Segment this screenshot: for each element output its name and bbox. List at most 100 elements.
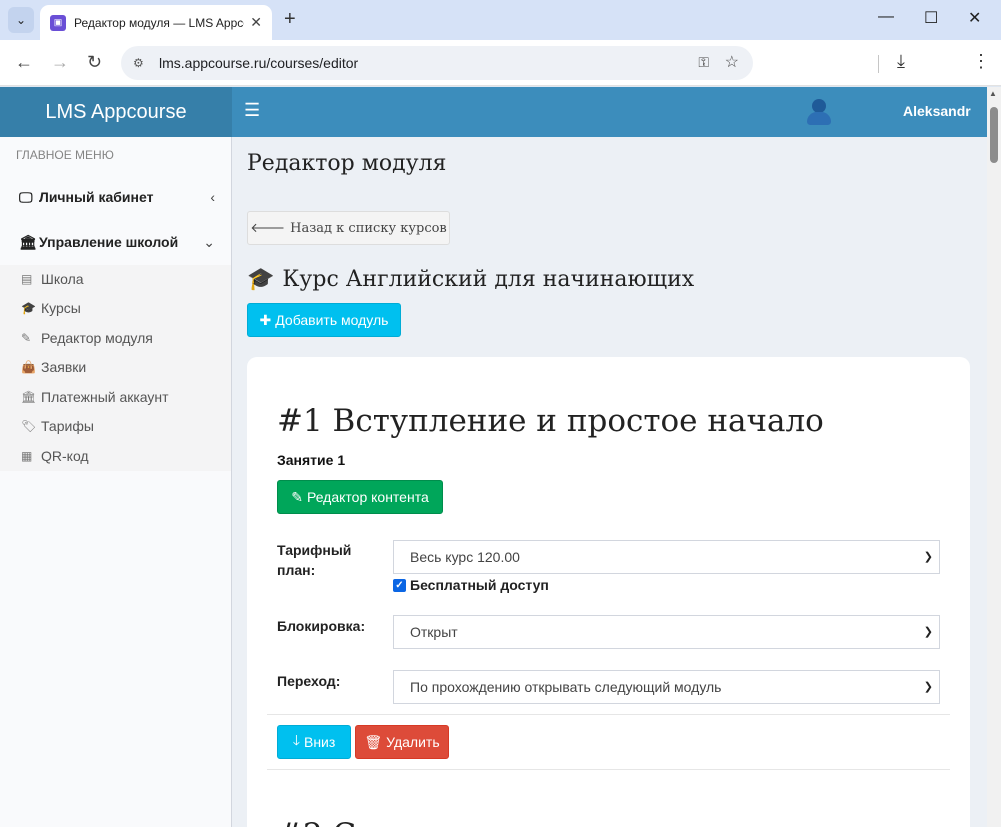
main-content: Редактор модуля 🡐 Назад к списку курсов … (232, 137, 987, 827)
user-avatar-icon[interactable] (806, 97, 832, 127)
url-omnibox[interactable]: ⚙ lms.appcourse.ru/courses/editor ⚿ ☆ (121, 46, 753, 80)
user-name[interactable]: Aleksandr (903, 103, 971, 119)
forward-arrow-icon[interactable]: → (51, 52, 69, 73)
chevron-down-icon: ❯ (923, 626, 933, 638)
edit-icon: ✎ (291, 488, 303, 505)
bank-icon: 🏛 (19, 233, 37, 250)
graduation-cap-icon: 🎓 (21, 301, 36, 315)
page-title: Редактор модуля (247, 151, 447, 176)
shopping-bag-icon: 👜 (21, 360, 36, 374)
reload-icon[interactable]: ↻ (87, 52, 102, 73)
arrow-left-icon: 🡐 (250, 221, 286, 236)
sidebar-subitem-label: Тарифы (41, 418, 94, 434)
scroll-up-arrow-icon[interactable]: ▲ (989, 89, 997, 98)
transition-label: Переход: (277, 673, 341, 689)
sidebar-subitem-requests[interactable]: 👜 Заявки (0, 354, 231, 380)
divider (267, 769, 950, 770)
browser-menu-icon[interactable]: ⋮ (972, 51, 990, 72)
next-module-title: #2 Сл... ... ... (277, 817, 484, 827)
page-scrollbar[interactable]: ▲ (987, 87, 1001, 827)
lock-select[interactable]: Открыт ❯ (393, 615, 940, 649)
sidebar-subitem-payment-account[interactable]: 🏛 Платежный аккаунт (0, 384, 231, 410)
lock-value: Открыт (410, 624, 458, 640)
course-title-text: Курс Английский для начинающих (282, 267, 695, 292)
close-window-button[interactable]: ✕ (968, 8, 981, 28)
course-title: 🎓 Курс Английский для начинающих (247, 267, 694, 292)
id-card-icon: ▤ (21, 272, 33, 286)
sidebar-item-dashboard[interactable]: 🖵 Личный кабинет ‹ (0, 175, 231, 219)
url-text[interactable]: lms.appcourse.ru/courses/editor (159, 55, 358, 71)
move-down-label: Вниз (303, 734, 336, 750)
chevron-left-icon: ‹ (210, 189, 215, 205)
new-tab-button[interactable]: + (284, 8, 296, 31)
sidebar-toggle-icon[interactable]: ☰ (244, 100, 260, 121)
chevron-down-icon: ❯ (923, 681, 933, 693)
edit-icon: ✎ (21, 331, 32, 345)
tab-close-icon[interactable]: ✕ (250, 14, 262, 31)
toolbar-divider (878, 55, 879, 73)
graduation-cap-icon: 🎓 (247, 267, 275, 292)
lock-label: Блокировка: (277, 618, 366, 634)
app-logo[interactable]: LMS Appcourse (0, 87, 232, 137)
avatar-body (807, 112, 831, 125)
maximize-button[interactable]: ☐ (924, 8, 938, 28)
divider (267, 714, 950, 715)
qrcode-icon: ▦ (21, 449, 33, 463)
sidebar-subitem-label: QR-код (41, 448, 89, 464)
sidebar-subitem-label: Школа (41, 271, 84, 287)
sidebar-subitem-tariffs[interactable]: 🏷 Тарифы (0, 413, 231, 439)
content-editor-button[interactable]: ✎ Редактор контента (277, 480, 443, 514)
back-button-label: Назад к списку курсов (290, 220, 447, 236)
back-arrow-icon[interactable]: ← (15, 52, 33, 73)
tag-icon: 🏷 (21, 419, 37, 433)
lesson-label: Занятие 1 (277, 452, 346, 468)
transition-value: По прохождению открывать следующий модул… (410, 679, 722, 695)
minimize-button[interactable]: — (878, 8, 894, 26)
content-editor-label: Редактор контента (306, 489, 429, 505)
sidebar: ГЛАВНОЕ МЕНЮ 🖵 Личный кабинет ‹ 🏛 Управл… (0, 137, 232, 827)
browser-tab-bar: ⌄ ▣ Редактор модуля — LMS Appcourse ✕ + … (0, 0, 1001, 40)
sidebar-subitem-qr-code[interactable]: ▦ QR-код (0, 443, 231, 469)
tab-search-chevron-icon[interactable]: ⌄ (8, 7, 34, 33)
sidebar-subitem-courses[interactable]: 🎓 Курсы (0, 295, 231, 321)
chevron-down-icon: ❯ (923, 551, 933, 563)
sidebar-item-label: Личный кабинет (39, 189, 154, 205)
sidebar-subitem-label: Заявки (41, 359, 87, 375)
trash-icon: 🗑 (364, 733, 383, 750)
scrollbar-thumb[interactable] (990, 107, 998, 163)
arrow-down-icon: 🡓 (292, 732, 300, 748)
back-to-courses-button[interactable]: 🡐 Назад к списку курсов (247, 211, 450, 245)
chevron-down-icon: ⌄ (203, 233, 215, 250)
sidebar-subitem-school[interactable]: ▤ Школа (0, 266, 231, 292)
address-bar-row: ← → ↻ ⚙ lms.appcourse.ru/courses/editor … (0, 40, 1001, 86)
sidebar-item-school-management[interactable]: 🏛 Управление школой ⌄ (0, 220, 231, 264)
sidebar-subitem-label: Редактор модуля (41, 330, 153, 346)
browser-tab[interactable]: ▣ Редактор модуля — LMS Appcourse ✕ (40, 5, 272, 40)
tariff-label-line2: план: (277, 562, 316, 578)
add-module-button[interactable]: ✚ Добавить модуль (247, 303, 401, 337)
module-title: #1 Вступление и простое начало (277, 403, 824, 439)
tariff-plan-label: Тарифный план: (277, 540, 351, 580)
sidebar-heading: ГЛАВНОЕ МЕНЮ (16, 148, 114, 162)
password-key-icon[interactable]: ⚿ (698, 54, 709, 71)
site-info-icon[interactable]: ⚙ (133, 56, 153, 70)
delete-module-button[interactable]: 🗑 Удалить (355, 725, 449, 759)
sidebar-subitem-module-editor[interactable]: ✎ Редактор модуля (0, 325, 231, 351)
avatar-head (812, 99, 826, 113)
module-card: #1 Вступление и простое начало Занятие 1… (247, 357, 970, 827)
bookmark-star-icon[interactable]: ☆ (725, 52, 739, 72)
add-module-label: Добавить модуль (275, 312, 389, 328)
sidebar-subitem-label: Курсы (41, 300, 81, 316)
move-down-button[interactable]: 🡓 Вниз (277, 725, 351, 759)
download-icon[interactable]: ⤓ (897, 51, 905, 72)
favicon-icon: ▣ (50, 14, 66, 31)
free-access-label: Бесплатный доступ (410, 577, 549, 593)
delete-label: Удалить (386, 734, 440, 750)
tariff-plan-select[interactable]: Весь курс 120.00 ❯ (393, 540, 940, 574)
app-header: LMS Appcourse ☰ Aleksandr (0, 87, 987, 137)
free-access-checkbox[interactable]: ✓ (393, 578, 406, 592)
transition-select[interactable]: По прохождению открывать следующий модул… (393, 670, 940, 704)
monitor-icon: 🖵 (19, 188, 33, 205)
free-access-row[interactable]: ✓ Бесплатный доступ (393, 577, 549, 593)
tab-title: Редактор модуля — LMS Appcourse (74, 15, 244, 30)
